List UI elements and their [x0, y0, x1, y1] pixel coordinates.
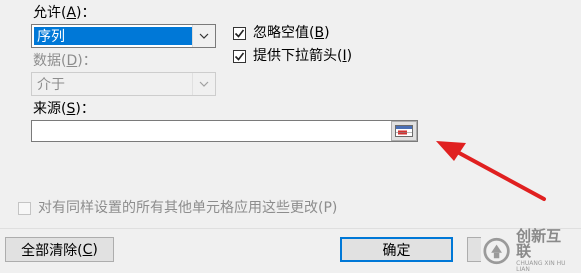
data-dropdown-value: 介于	[37, 77, 65, 93]
allow-label: 允许(A)：	[33, 5, 96, 21]
watermark: 创新互联 CHUANG XIN HU LIAN	[481, 229, 581, 273]
source-input[interactable]	[31, 120, 418, 142]
data-dropdown-toggle	[192, 73, 215, 95]
allow-dropdown-toggle[interactable]	[192, 25, 215, 47]
divider	[0, 228, 581, 229]
range-select-button[interactable]	[391, 121, 417, 141]
apply-all-label: 对有同样设置的所有其他单元格应用这些更改(P)	[38, 200, 338, 216]
checkmark-icon	[234, 29, 245, 38]
chevron-down-icon	[199, 33, 209, 39]
ignore-blank-label[interactable]: 忽略空值(B)	[253, 24, 330, 42]
source-label: 来源(S)：	[33, 101, 95, 117]
range-select-icon	[395, 125, 413, 137]
watermark-title: 创新互联	[516, 227, 562, 260]
allow-dropdown[interactable]: 序列	[31, 24, 216, 48]
ignore-blank-checkbox[interactable]	[233, 27, 246, 40]
checkmark-icon	[234, 52, 245, 61]
logo-icon	[483, 237, 510, 265]
show-dropdown-label[interactable]: 提供下拉箭头(I)	[253, 47, 352, 65]
red-arrow-annotation	[436, 141, 546, 201]
data-label: 数据(D)：	[33, 53, 97, 69]
ok-button[interactable]: 确定	[340, 237, 453, 262]
data-dropdown: 介于	[31, 72, 216, 96]
allow-dropdown-value: 序列	[34, 27, 192, 45]
apply-all-checkbox	[18, 202, 31, 215]
show-dropdown-checkbox[interactable]	[233, 50, 246, 63]
watermark-subtitle: CHUANG XIN HU LIAN	[516, 260, 566, 273]
clear-all-button[interactable]: 全部清除(C)	[5, 237, 114, 262]
chevron-down-icon	[199, 81, 209, 87]
